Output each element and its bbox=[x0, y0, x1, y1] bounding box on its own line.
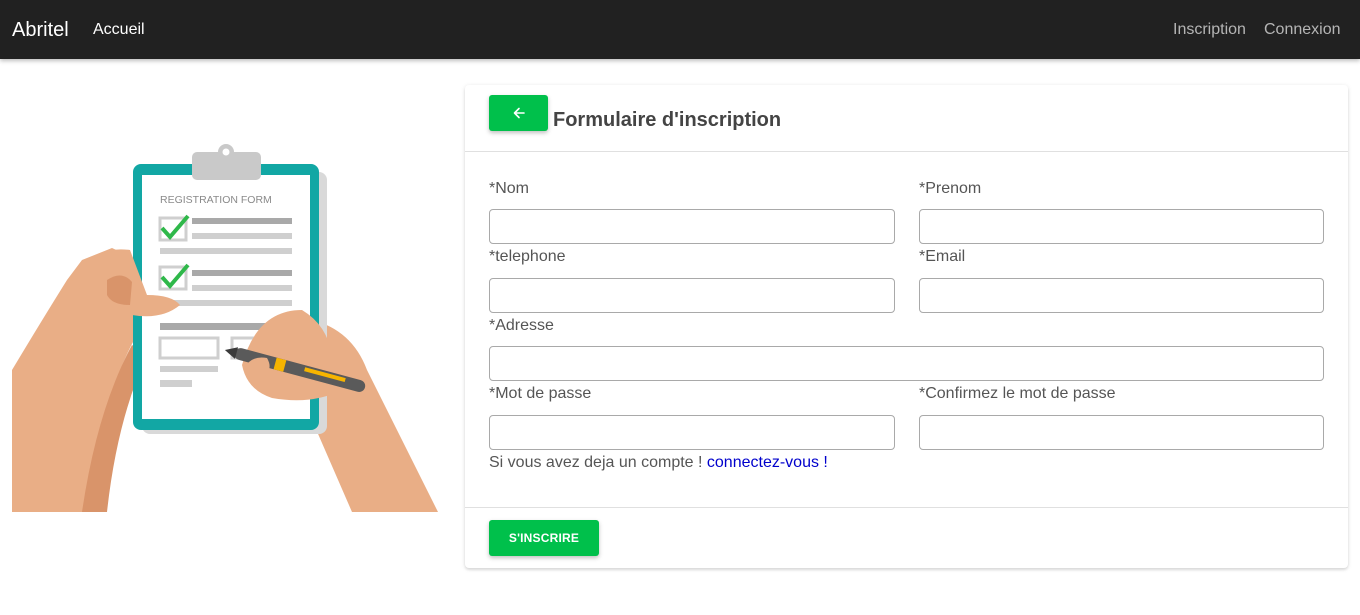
login-link[interactable]: connectez-vous ! bbox=[707, 454, 828, 471]
nom-label: *Nom bbox=[489, 180, 530, 197]
prenom-input[interactable] bbox=[919, 209, 1324, 244]
telephone-label: *telephone bbox=[489, 248, 566, 265]
prenom-label: *Prenom bbox=[919, 180, 982, 197]
adresse-input[interactable] bbox=[489, 346, 1324, 381]
brand-link[interactable]: Abritel bbox=[12, 18, 69, 42]
card-header: Formulaire d'inscription bbox=[465, 85, 1348, 152]
nom-input[interactable] bbox=[489, 209, 895, 244]
confirm-password-label: *Confirmez le mot de passe bbox=[919, 385, 1116, 402]
password-label: *Mot de passe bbox=[489, 385, 592, 402]
password-input[interactable] bbox=[489, 415, 895, 450]
nav-login-link[interactable]: Connexion bbox=[1264, 20, 1341, 40]
confirm-password-input[interactable] bbox=[919, 415, 1324, 450]
telephone-input[interactable] bbox=[489, 278, 895, 313]
card-footer: S'INSCRIRE bbox=[465, 507, 1348, 568]
email-input[interactable] bbox=[919, 278, 1324, 313]
nav-register-link[interactable]: Inscription bbox=[1173, 20, 1246, 40]
nav-home-link[interactable]: Accueil bbox=[93, 20, 145, 40]
registration-card: Formulaire d'inscription *Nom *Prenom *t… bbox=[465, 85, 1348, 568]
top-navbar: Abritel Accueil Inscription Connexion bbox=[0, 0, 1360, 59]
clipboard-hands-illustration: REGISTRATION FORM bbox=[12, 144, 438, 512]
email-label: *Email bbox=[919, 248, 966, 265]
registration-illustration: REGISTRATION FORM bbox=[12, 130, 438, 512]
arrow-left-icon bbox=[513, 107, 525, 119]
adresse-label: *Adresse bbox=[489, 317, 554, 334]
register-button[interactable]: S'INSCRIRE bbox=[489, 520, 599, 556]
form-title: Formulaire d'inscription bbox=[553, 109, 782, 131]
login-hint: Si vous avez deja un compte ! connectez-… bbox=[489, 453, 828, 473]
back-button[interactable] bbox=[489, 95, 548, 131]
illustration-caption: REGISTRATION FORM bbox=[160, 194, 272, 206]
login-hint-text: Si vous avez deja un compte ! bbox=[489, 454, 703, 471]
